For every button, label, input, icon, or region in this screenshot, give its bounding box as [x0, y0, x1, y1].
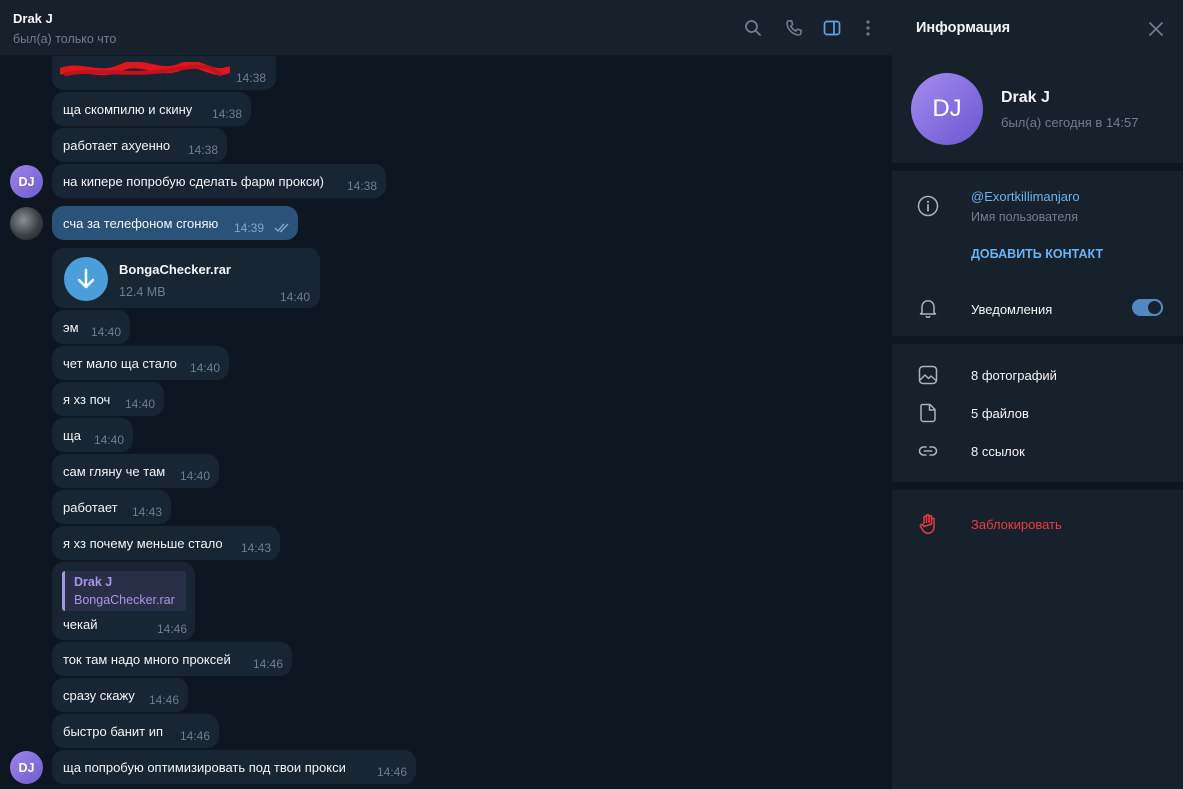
- message-bubble[interactable]: я хз поч 14:40: [52, 382, 164, 416]
- phone-icon[interactable]: [785, 19, 803, 37]
- chat-panel: 14:38 ща скомпилю и скину 14:38 работает…: [0, 0, 892, 789]
- message-time: 14:43: [241, 541, 272, 555]
- message-time: 14:46: [377, 765, 408, 779]
- chat-status: был(а) только что: [13, 32, 117, 46]
- message-bubble[interactable]: ща 14:40: [52, 418, 133, 452]
- file-name[interactable]: BongaChecker.rar: [119, 262, 231, 277]
- message-time: 14:46: [157, 622, 188, 636]
- profile-last-seen: был(а) сегодня в 14:57: [1001, 115, 1139, 130]
- redaction-scribble: [60, 62, 230, 76]
- file-message[interactable]: BongaChecker.rar 12.4 MB 14:40: [52, 248, 320, 308]
- avatar[interactable]: DJ: [10, 751, 43, 784]
- message-text: на кипере попробую сделать фарм прокси): [63, 174, 324, 189]
- message-text: чет мало ща стало: [63, 356, 177, 371]
- message-text: я хз поч: [63, 392, 111, 407]
- toggle-knob: [1146, 299, 1163, 316]
- block-hand-icon: [917, 513, 939, 535]
- link-icon: [917, 440, 939, 462]
- message-time: 14:38: [236, 71, 267, 85]
- block-user-button[interactable]: Заблокировать: [971, 517, 1062, 532]
- message-text: ща: [63, 428, 81, 443]
- profile-avatar[interactable]: DJ: [911, 73, 983, 145]
- section-divider: [892, 336, 1183, 344]
- message-time: 14:46: [180, 729, 211, 743]
- message-bubble-outgoing[interactable]: сча за телефоном сгоняю 14:39: [52, 206, 298, 240]
- username-caption: Имя пользователя: [971, 210, 1078, 224]
- message-time: 14:38: [212, 107, 243, 121]
- message-bubble[interactable]: работает ахуенно 14:38: [52, 128, 227, 162]
- photo-icon: [917, 364, 939, 386]
- message-bubble[interactable]: на кипере попробую сделать фарм прокси) …: [52, 164, 386, 198]
- read-checkmarks-icon: [274, 223, 289, 233]
- message-bubble[interactable]: сам гляну че там 14:40: [52, 454, 219, 488]
- notifications-label: Уведомления: [971, 302, 1053, 317]
- message-time: 14:40: [280, 290, 311, 304]
- chat-header: Drak J был(а) только что: [0, 0, 892, 56]
- info-title: Информация: [916, 20, 1011, 36]
- file-icon: [917, 402, 939, 424]
- message-time: 14:40: [180, 469, 211, 483]
- notifications-toggle[interactable]: [1132, 299, 1163, 316]
- message-bubble[interactable]: ток там надо много проксей 14:46: [52, 642, 292, 676]
- my-avatar[interactable]: [10, 207, 43, 240]
- message-text: ща попробую оптимизировать под твои прок…: [63, 760, 346, 775]
- download-arrow-icon: [77, 268, 95, 289]
- message-text: работает: [63, 500, 118, 515]
- message-time: 14:46: [149, 693, 180, 707]
- message-bubble[interactable]: ща скомпилю и скину 14:38: [52, 92, 251, 126]
- add-contact-button[interactable]: ДОБАВИТЬ КОНТАКТ: [971, 247, 1103, 261]
- username-link[interactable]: @Exortkillimanjaro: [971, 189, 1080, 204]
- message-bubble[interactable]: чет мало ща стало 14:40: [52, 346, 229, 380]
- message-bubble[interactable]: сразу скажу 14:46: [52, 678, 188, 712]
- reply-author: Drak J: [74, 575, 113, 589]
- message-time: 14:38: [188, 143, 219, 157]
- bell-icon: [917, 297, 939, 319]
- sidebar-toggle-icon[interactable]: [823, 19, 841, 37]
- message-time: 14:46: [253, 657, 284, 671]
- message-time: 14:39: [234, 221, 265, 235]
- message-time: 14:38: [347, 179, 378, 193]
- message-text: эм: [63, 320, 79, 335]
- message-time: 14:40: [125, 397, 156, 411]
- message-time: 14:43: [132, 505, 163, 519]
- message-time: 14:40: [91, 325, 122, 339]
- reply-quote[interactable]: Drak J BongaChecker.rar: [62, 571, 186, 611]
- info-icon: [917, 195, 939, 217]
- files-link[interactable]: 5 файлов: [971, 406, 1029, 421]
- reply-message-bubble[interactable]: Drak J BongaChecker.rar чекай 14:46: [52, 562, 195, 640]
- reply-text: BongaChecker.rar: [74, 593, 175, 607]
- message-bubble[interactable]: я хз почему меньше стало 14:43: [52, 526, 280, 560]
- message-text: сча за телефоном сгоняю: [63, 216, 219, 231]
- message-text: сразу скажу: [63, 688, 135, 703]
- download-button[interactable]: [64, 257, 108, 301]
- message-text: ток там надо много проксей: [63, 652, 231, 667]
- more-vert-icon[interactable]: [859, 19, 877, 37]
- section-divider: [892, 163, 1183, 171]
- message-bubble[interactable]: быстро банит ип 14:46: [52, 714, 219, 748]
- section-divider: [892, 482, 1183, 490]
- message-bubble[interactable]: эм 14:40: [52, 310, 130, 344]
- photos-link[interactable]: 8 фотографий: [971, 368, 1057, 383]
- search-icon[interactable]: [744, 19, 762, 37]
- message-text: я хз почему меньше стало: [63, 536, 223, 551]
- message-time: 14:40: [94, 433, 125, 447]
- chat-title[interactable]: Drak J: [13, 11, 53, 26]
- message-text: работает ахуенно: [63, 138, 171, 153]
- close-icon[interactable]: [1147, 20, 1165, 38]
- message-time: 14:40: [190, 361, 221, 375]
- message-text: быстро банит ип: [63, 724, 164, 739]
- file-size: 12.4 MB: [119, 285, 166, 299]
- message-bubble[interactable]: работает 14:43: [52, 490, 171, 524]
- message-bubble[interactable]: ща попробую оптимизировать под твои прок…: [52, 750, 416, 784]
- avatar[interactable]: DJ: [10, 165, 43, 198]
- message-text: сам гляну че там: [63, 464, 166, 479]
- message-text: чекай: [63, 617, 98, 632]
- message-text: ща скомпилю и скину: [63, 102, 193, 117]
- profile-name: Drak J: [1001, 89, 1050, 106]
- info-panel: Информация DJ Drak J был(а) сегодня в 14…: [892, 0, 1183, 789]
- links-link[interactable]: 8 ссылок: [971, 444, 1025, 459]
